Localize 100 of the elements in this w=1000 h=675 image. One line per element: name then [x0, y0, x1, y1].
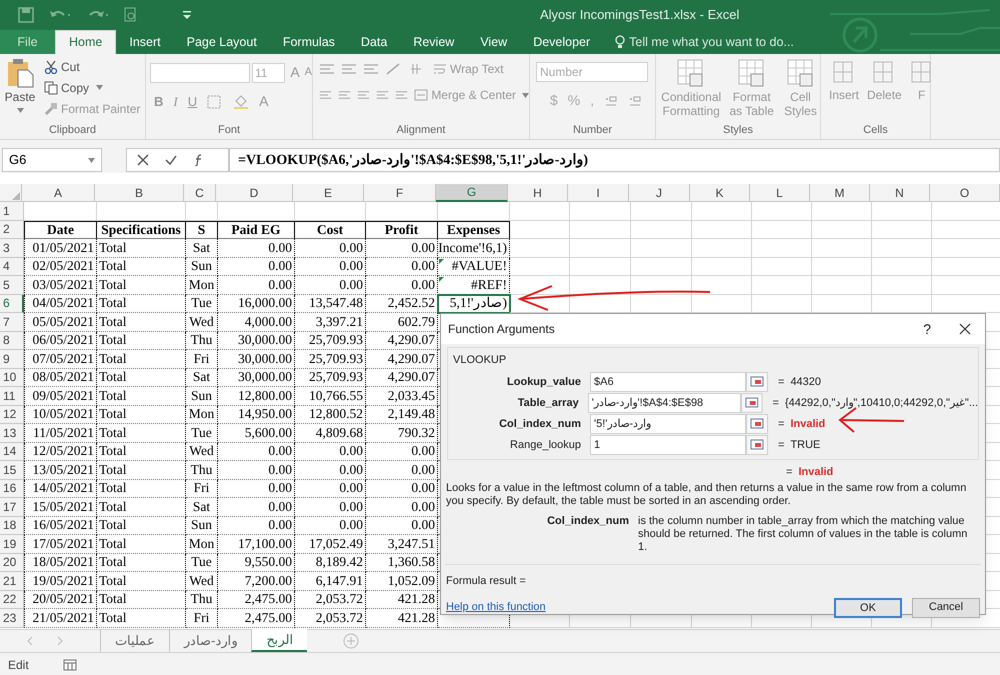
column-header[interactable]: K	[690, 184, 750, 202]
table-cell[interactable]	[570, 202, 631, 220]
table-cell[interactable]: Fri	[186, 609, 218, 628]
row-header[interactable]: 13	[0, 424, 24, 442]
table-cell[interactable]: Wed	[186, 442, 218, 461]
table-cell[interactable]	[510, 258, 570, 276]
table-cell[interactable]: 421.28	[366, 609, 438, 628]
table-cell[interactable]: Fri	[186, 350, 218, 368]
table-cell[interactable]: 0.00	[295, 276, 366, 294]
table-cell[interactable]: Date	[24, 220, 97, 239]
table-cell[interactable]: 06/05/2021	[24, 332, 97, 350]
table-cell[interactable]: Mon	[186, 276, 218, 294]
table-cell[interactable]	[692, 258, 752, 276]
table-cell[interactable]: Thu	[186, 461, 218, 480]
table-cell[interactable]: Sat	[186, 498, 218, 516]
table-cell[interactable]: 30,000.00	[218, 332, 295, 350]
table-cell[interactable]: Tue	[186, 294, 218, 313]
table-cell[interactable]: 4,290.07	[366, 350, 438, 368]
table-cell[interactable]: 0.00	[218, 276, 295, 294]
table-cell[interactable]: 30,000.00	[218, 368, 295, 387]
table-cell[interactable]: 1,360.58	[366, 554, 438, 572]
enter-icon[interactable]	[165, 154, 177, 166]
table-cell[interactable]: Specifications	[97, 220, 186, 239]
align-bottom-icon[interactable]	[363, 62, 379, 76]
table-cell[interactable]: Expenses	[438, 220, 510, 239]
row-header[interactable]: 1	[0, 202, 24, 220]
customize-menu-icon[interactable]	[182, 10, 192, 20]
help-link[interactable]: Help on this function	[446, 599, 824, 616]
table-cell[interactable]: 421.28	[366, 590, 438, 609]
center-icon[interactable]	[338, 88, 352, 102]
table-cell[interactable]: 30,000.00	[218, 350, 295, 368]
column-header[interactable]: H	[508, 184, 568, 202]
table-cell[interactable]	[752, 258, 812, 276]
table-cell[interactable]: #VALUE!	[438, 258, 510, 276]
table-cell[interactable]: 17,100.00	[218, 535, 295, 554]
table-cell[interactable]: 9,550.00	[218, 554, 295, 572]
table-cell[interactable]: 0.00	[366, 516, 438, 535]
table-cell[interactable]: 09/05/2021	[24, 387, 97, 406]
table-cell[interactable]: 4,290.07	[366, 332, 438, 350]
table-cell[interactable]	[692, 220, 752, 239]
range-select-icon[interactable]	[746, 372, 768, 392]
table-cell[interactable]: 602.79	[366, 313, 438, 332]
align-left-icon[interactable]	[319, 88, 332, 102]
row-header[interactable]: 17	[0, 498, 24, 516]
column-header[interactable]: E	[293, 184, 364, 202]
table-cell[interactable]	[97, 202, 186, 220]
table-cell[interactable]: 12,800.00	[218, 387, 295, 406]
column-header[interactable]: C	[184, 184, 216, 202]
table-cell[interactable]	[631, 258, 692, 276]
macro-recording-icon[interactable]	[62, 658, 77, 670]
cancel-icon[interactable]	[137, 154, 149, 166]
font-name-field[interactable]	[150, 62, 250, 82]
table-cell[interactable]: Cost	[295, 220, 366, 239]
increase-indent-icon[interactable]	[395, 88, 408, 102]
row-header[interactable]: 4	[0, 258, 24, 276]
table-cell[interactable]: 4,290.07	[366, 368, 438, 387]
table-cell[interactable]: 25,709.93	[295, 350, 366, 368]
dialog-button[interactable]: Cancel	[912, 598, 980, 618]
fill-color-icon[interactable]	[233, 94, 250, 108]
table-cell[interactable]: 2,149.48	[366, 406, 438, 424]
table-cell[interactable]: Mon	[186, 406, 218, 424]
table-cell[interactable]: 19/05/2021	[24, 572, 97, 590]
table-cell[interactable]: 1,052.09	[366, 572, 438, 590]
cut-button[interactable]: Cut	[44, 57, 140, 76]
table-cell[interactable]: 0.00	[366, 442, 438, 461]
table-cell[interactable]: 0.00	[366, 276, 438, 294]
table-cell[interactable]: 0.00	[218, 461, 295, 480]
table-cell[interactable]: 3,247.51	[366, 535, 438, 554]
row-header[interactable]: 21	[0, 572, 24, 590]
table-cell[interactable]: 0.00	[366, 239, 438, 258]
row-header[interactable]: 8	[0, 332, 24, 350]
table-cell[interactable]	[752, 276, 812, 294]
table-cell[interactable]: 05/05/2021	[24, 313, 97, 332]
table-cell[interactable]: 2,033.45	[366, 387, 438, 406]
table-cell[interactable]: 0.00	[295, 442, 366, 461]
table-cell[interactable]: 08/05/2021	[24, 368, 97, 387]
table-cell[interactable]: Sun	[186, 387, 218, 406]
column-header[interactable]: B	[95, 184, 184, 202]
table-cell[interactable]	[510, 276, 570, 294]
borders-icon[interactable]	[207, 94, 224, 108]
ribbon-tab[interactable]: Review	[400, 30, 468, 54]
table-cell[interactable]: Total	[97, 332, 186, 350]
table-cell[interactable]: Thu	[186, 332, 218, 350]
table-cell[interactable]	[812, 202, 872, 220]
save-icon[interactable]	[18, 7, 34, 23]
help-button[interactable]: ?	[923, 318, 931, 340]
table-cell[interactable]	[812, 239, 872, 258]
table-cell[interactable]: 17/05/2021	[24, 535, 97, 554]
row-header[interactable]: 22	[0, 590, 24, 609]
table-cell[interactable]	[872, 276, 932, 294]
table-cell[interactable]	[752, 220, 812, 239]
row-header[interactable]: 3	[0, 239, 24, 258]
column-header[interactable]: D	[216, 184, 293, 202]
sheet-tab[interactable]: الربح	[251, 629, 308, 652]
dialog-button[interactable]: OK	[834, 598, 902, 618]
align-middle-icon[interactable]	[341, 62, 357, 76]
table-cell[interactable]: 0.00	[295, 480, 366, 498]
increase-decimal-icon[interactable]	[604, 94, 618, 108]
table-cell[interactable]: Total	[97, 480, 186, 498]
table-cell[interactable]: صادر'!5,1)	[438, 294, 510, 313]
